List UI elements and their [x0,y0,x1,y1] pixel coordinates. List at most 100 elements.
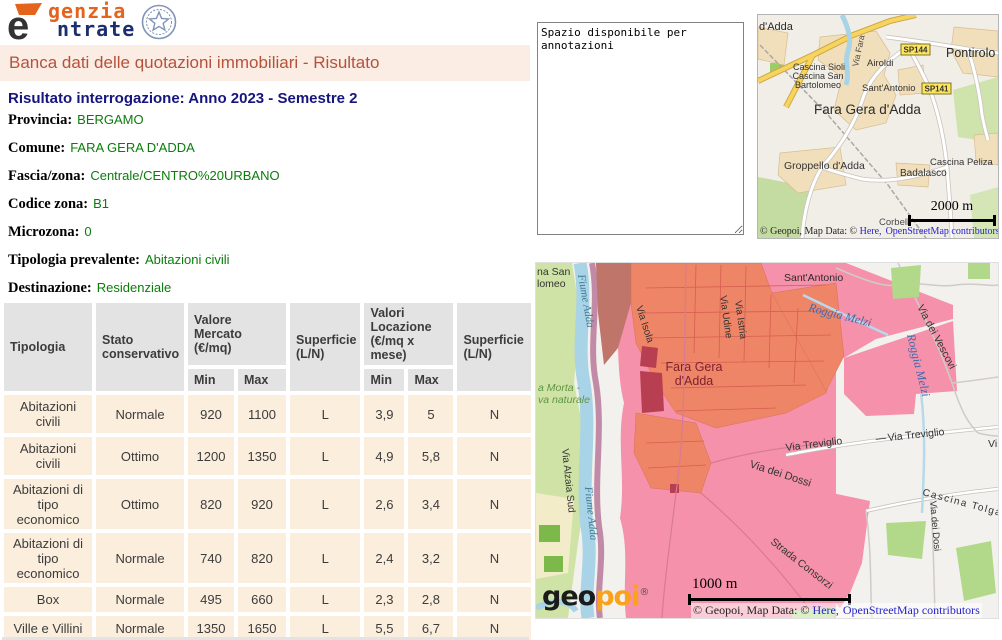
quotazioni-table: Tipologia Stato conservativo Valore Merc… [0,299,535,640]
sp141-road-badge: SP141 [922,83,951,94]
cell-stato: Ottimo [96,437,184,475]
here-link[interactable]: Here, [813,603,839,617]
cell-vm-max: 1100 [238,395,286,433]
cell-vm-min: 740 [188,533,234,583]
cell-tipologia: Abitazioni civili [4,395,92,433]
cell-vl-max: 5,8 [408,437,453,475]
cell-superficie-1: L [290,533,360,583]
cell-stato: Normale [96,587,184,612]
cell-superficie-1: L [290,437,360,475]
agenzia-entrate-logo: e genzia ntrate [6,2,177,42]
sp144-label: SP144 [903,46,928,55]
field-label: Codice zona: [8,196,88,212]
col-header-valore-mercato: Valore Mercato (€/mq) [188,303,286,365]
col-header-min: Min [188,369,234,391]
cell-vm-max: 820 [238,533,286,583]
agenzia-entrate-logo-mark: e [6,2,46,42]
cell-vm-min: 1200 [188,437,234,475]
sp141-label: SP141 [924,85,949,94]
scale-bar [908,215,996,226]
osm-link[interactable]: OpenStreetMap contributors [843,603,980,617]
geopoi-logo-poi: poi [595,581,639,612]
field-label: Comune: [8,140,65,156]
field-comune: Comune: FARA GERA D'ADDA [8,138,280,166]
zone-map[interactable]: na San lomeo Fiume Adda a Morta - va nat… [535,262,999,619]
cell-tipologia: Box [4,587,92,612]
field-value: FARA GERA D'ADDA [70,140,195,155]
field-value: B1 [93,196,109,211]
col-header-min: Min [364,369,404,391]
field-value: Centrale/CENTRO%20URBANO [90,168,279,183]
scale-label: 1000 m [692,576,782,593]
cell-stato: Ottimo [96,479,184,529]
cell-tipologia: Abitazioni di tipo economico [4,479,92,529]
cell-vm-max: 660 [238,587,286,612]
cell-vm-max: 1350 [238,437,286,475]
field-label: Tipologia prevalente: [8,252,140,268]
col-header-max: Max [238,369,286,391]
cell-tipologia: Abitazioni civili [4,437,92,475]
geopoi-logo-reg: ® [639,587,648,598]
svg-text:e: e [7,4,29,42]
map-label-fara-gera-dadda: Fara Gera d'Adda [814,102,921,117]
field-label: Microzona: [8,224,79,240]
logo-word-entrate: ntrate [57,20,135,38]
cell-tipologia: Abitazioni di tipo economico [4,533,92,583]
table-row: Abitazioni civiliOttimo12001350L4,95,8N [4,437,531,475]
map-label-cascina-san-part2: lomeo [537,278,566,290]
cell-vl-max: 5 [408,395,453,433]
field-value: 0 [84,224,91,239]
map-label-riserva-1: a Morta - [538,382,581,394]
table-row: BoxNormale495660L2,32,8N [4,587,531,612]
field-value: Abitazioni civili [145,252,230,267]
map-label-vi-partial: Vi [988,438,997,450]
agenzia-entrate-logo-text: genzia ntrate [48,2,135,38]
cell-superficie-2: N [457,479,531,529]
col-header-max: Max [408,369,453,391]
page-title-banner: Banca dati delle quotazioni immobiliari … [0,45,530,81]
col-header-valori-locazione: Valori Locazione (€/mq x mese) [364,303,453,365]
cell-superficie-1: L [290,587,360,612]
map-label-cascina-san-part: na San [537,266,570,278]
cell-vl-max: 2,8 [408,587,453,612]
map-label-pontirolo: Pontirolo [946,46,995,60]
cell-vl-min: 2,3 [364,587,404,612]
cell-vm-min: 920 [188,395,234,433]
result-fields: Provincia:BERGAMO Comune: FARA GERA D'ADD… [8,110,280,306]
map-label-riserva-2: va naturale [538,394,590,406]
cell-vm-min: 495 [188,587,234,612]
field-microzona: Microzona: 0 [8,222,280,250]
field-label: Fascia/zona: [8,168,85,184]
cell-vl-min: 3,9 [364,395,404,433]
col-header-superficie-1: Superficie (L/N) [290,303,360,391]
cell-vm-min: 820 [188,479,234,529]
cell-vl-min: 2,6 [364,479,404,529]
overview-map[interactable]: SP144 SP141 d'Adda Cascina Sioli Cascina… [757,14,999,239]
map-attribution: © Geopoi, Map Data: © Here, OpenStreetMap… [691,603,982,618]
table-row: Abitazioni di tipo economicoOttimo820920… [4,479,531,529]
osm-link[interactable]: OpenStreetMap contributors [886,226,999,237]
map-label-cascina-peliza: Cascina Peliza [930,157,994,168]
cell-stato: Normale [96,533,184,583]
cell-superficie-2: N [457,587,531,612]
map-label-bartolomeo: Bartolomeo [795,80,841,90]
field-tipologia-prevalente: Tipologia prevalente: Abitazioni civili [8,250,280,278]
attribution-text: © Geopoi, Map Data: © [693,603,813,617]
cell-stato: Normale [96,395,184,433]
col-header-stato: Stato conservativo [96,303,184,391]
here-link[interactable]: Here, [860,226,882,237]
italy-emblem-icon [141,4,177,40]
cell-superficie-2: N [457,533,531,583]
annotations-textarea[interactable]: Spazio disponibile per annotazioni [537,22,744,235]
cell-vl-min: 4,9 [364,437,404,475]
scale-label: 2000 m [908,199,996,215]
col-header-tipologia: Tipologia [4,303,92,391]
cell-superficie-1: L [290,395,360,433]
geopoi-logo: geopoi® [542,579,648,610]
field-provincia: Provincia:BERGAMO [8,110,280,138]
map-label-fara-dadda: d'Adda [675,374,714,388]
field-codice-zona: Codice zona: B1 [8,194,280,222]
cell-vl-min: 2,4 [364,533,404,583]
cell-superficie-2: N [457,395,531,433]
field-value: Residenziale [97,280,171,295]
